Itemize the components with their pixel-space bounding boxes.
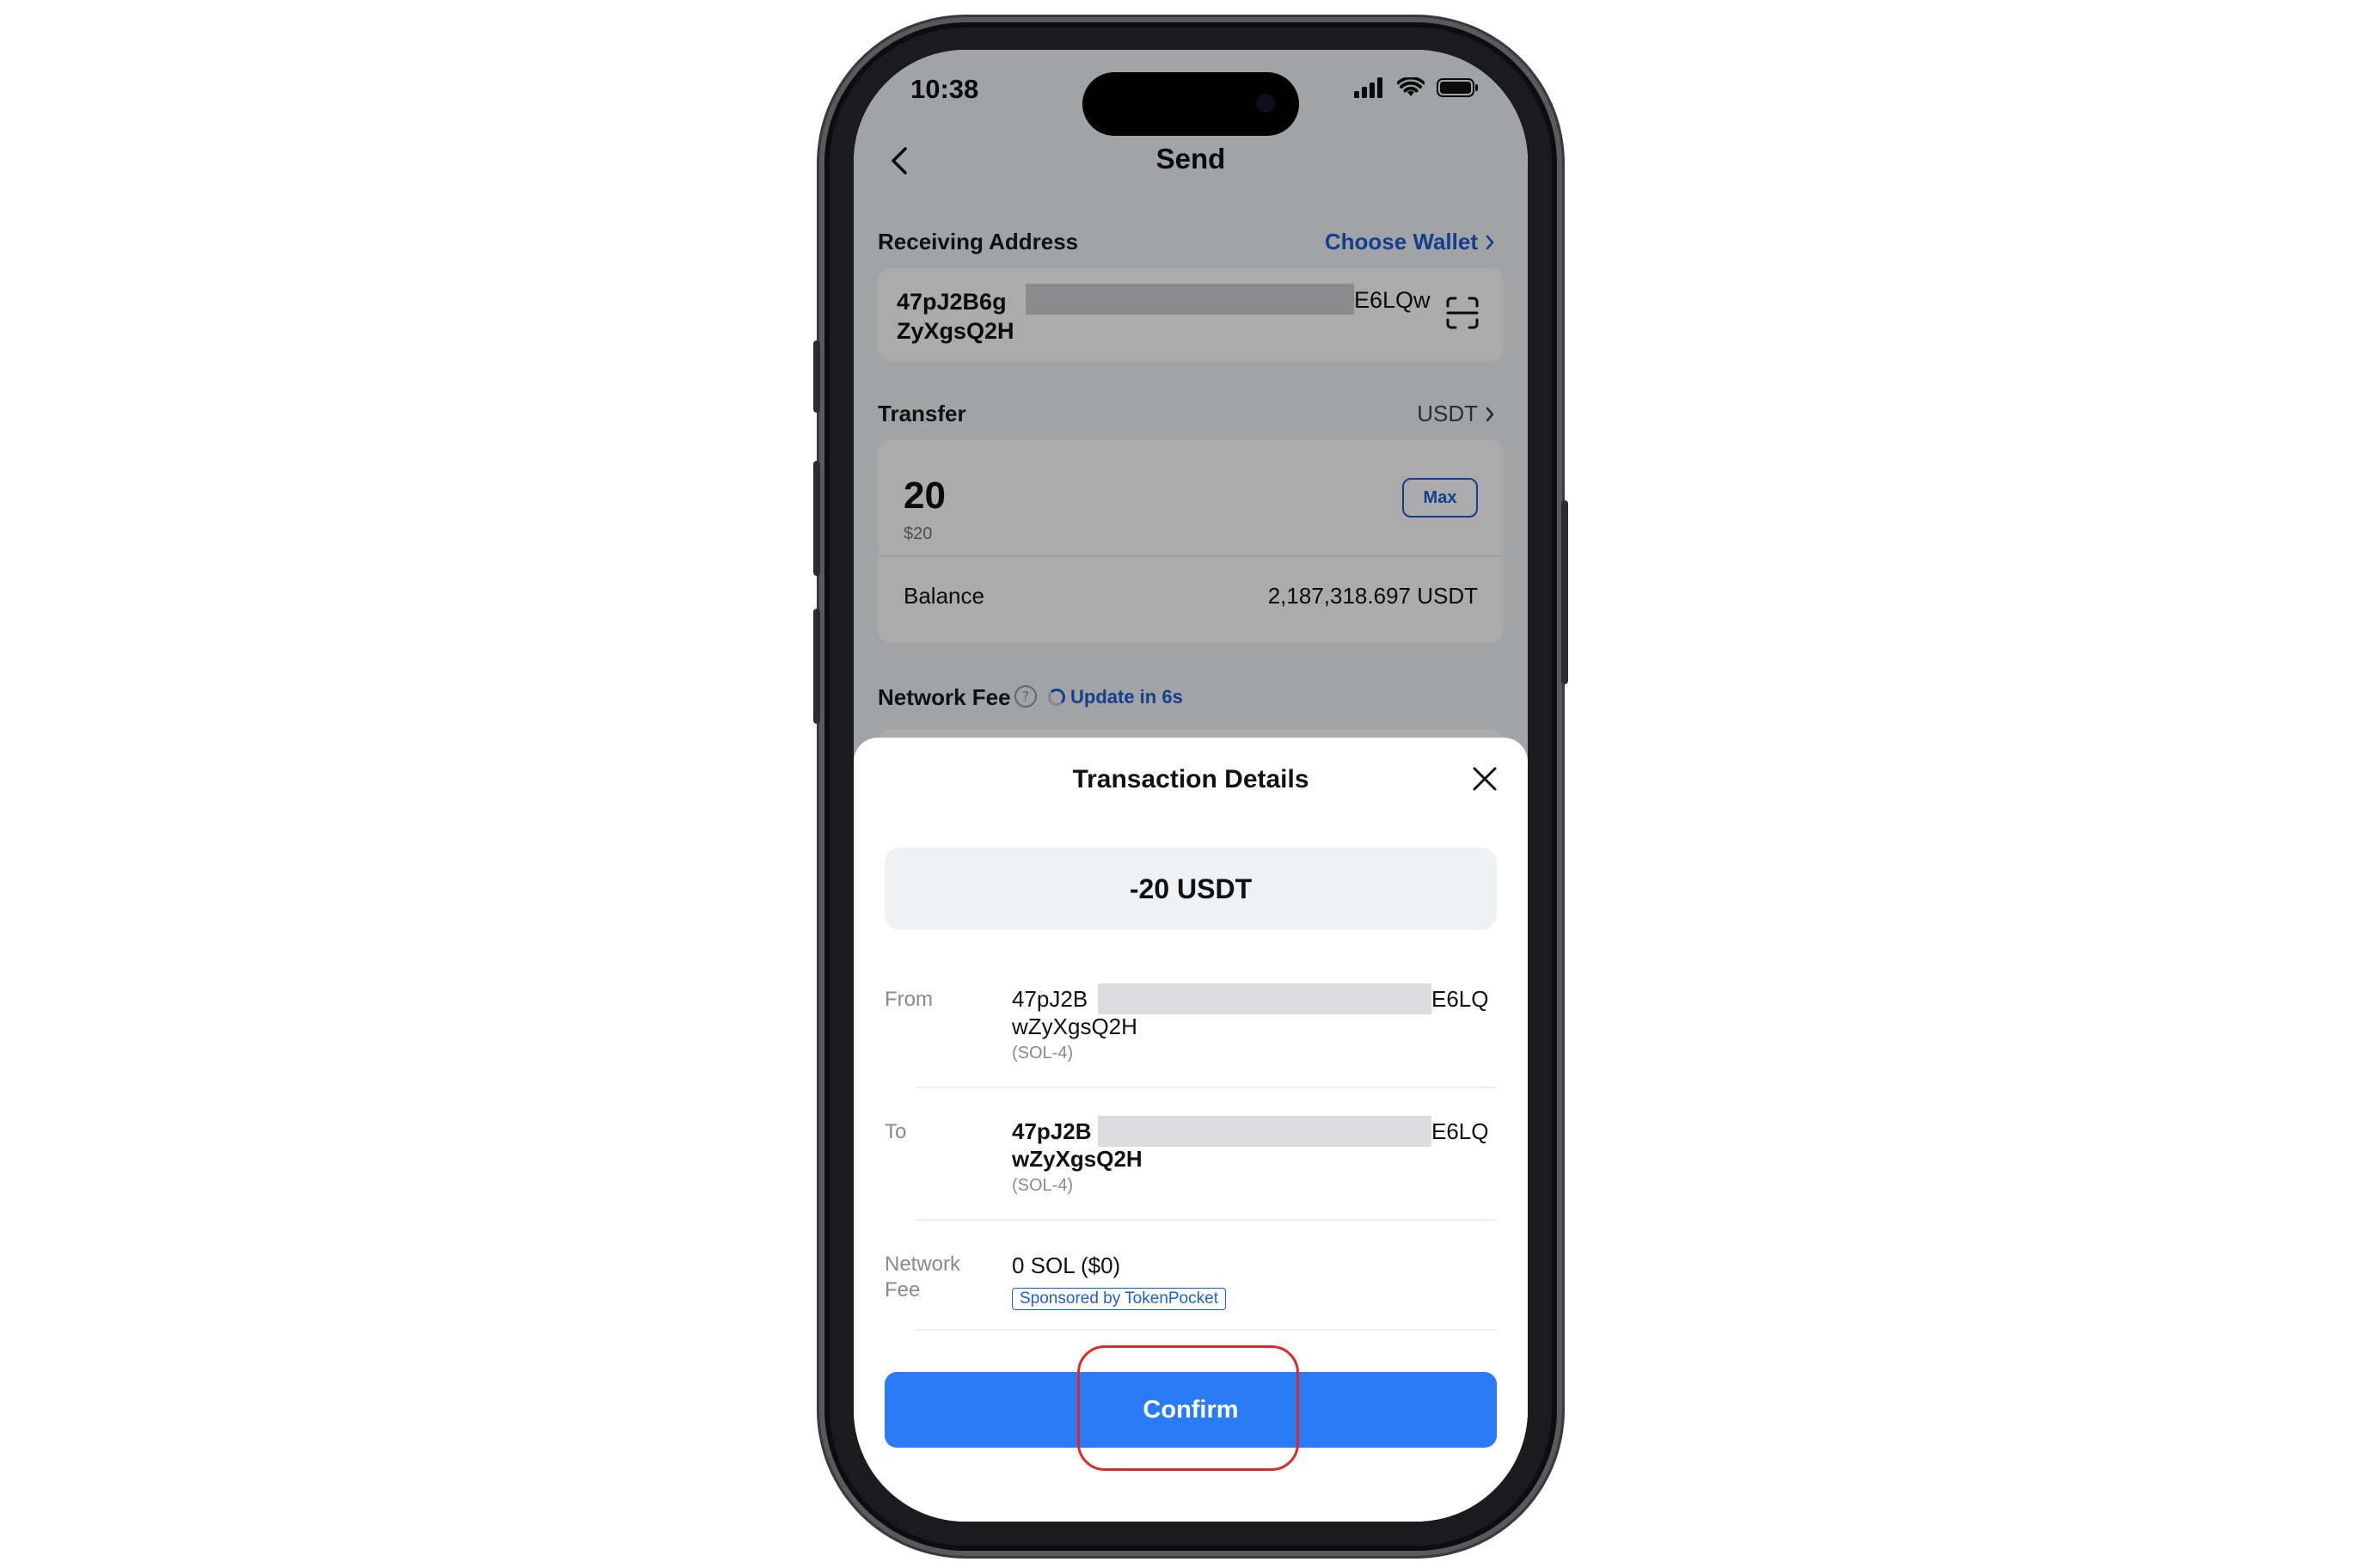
volume-up-button — [813, 461, 820, 576]
fee-label-line2: Fee — [885, 1278, 921, 1302]
to-redaction — [1098, 1116, 1431, 1147]
volume-down-button — [813, 609, 820, 724]
from-label: From — [885, 988, 933, 1011]
network-fee-row-label: Network Fee — [885, 1252, 960, 1303]
from-chain: (SOL-4) — [1012, 1044, 1074, 1063]
to-line2: wZyXgsQ2H — [1012, 1146, 1143, 1172]
to-chain: (SOL-4) — [1012, 1176, 1074, 1195]
phone-screen: 10:38 Send Receiving Address Choose Wall… — [854, 50, 1528, 1522]
transaction-amount: -20 USDT — [885, 848, 1497, 930]
from-line2: wZyXgsQ2H — [1012, 1014, 1137, 1039]
from-line1-end: E6LQ — [1431, 986, 1489, 1012]
row-divider — [916, 1219, 1497, 1221]
to-line1: 47pJ2B — [1012, 1118, 1092, 1144]
sponsor-badge: Sponsored by TokenPocket — [1012, 1288, 1226, 1310]
to-line1-end: E6LQ — [1431, 1118, 1489, 1144]
confirm-highlight-annotation — [1077, 1345, 1299, 1471]
to-label: To — [885, 1120, 907, 1143]
action-button — [813, 340, 820, 413]
close-icon[interactable] — [1471, 765, 1499, 793]
from-redaction — [1098, 983, 1431, 1014]
sheet-title: Transaction Details — [1072, 765, 1309, 793]
fee-label-line1: Network — [885, 1253, 961, 1276]
row-divider — [916, 1087, 1497, 1088]
fee-value: 0 SOL ($0) — [1012, 1253, 1121, 1278]
power-button — [1561, 500, 1568, 684]
row-divider — [916, 1329, 1497, 1331]
from-line1: 47pJ2B — [1012, 986, 1088, 1012]
